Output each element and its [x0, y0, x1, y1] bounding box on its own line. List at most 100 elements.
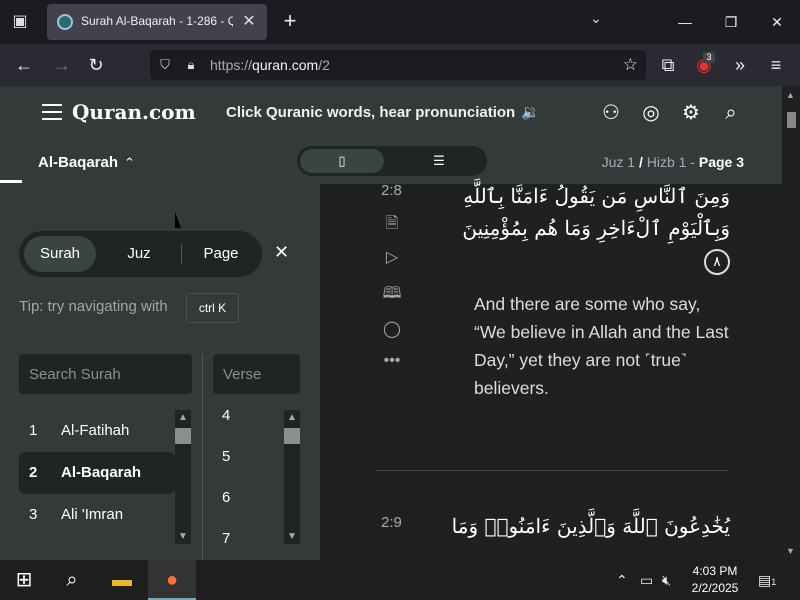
scrollbar-thumb[interactable]: [175, 428, 191, 444]
surah-list-item[interactable]: 3 Ali 'Imran: [19, 494, 175, 536]
arabic-verse-line[interactable]: يُخَٰدِعُونَ ٱللَّهَ وَٱلَّذِينَ ءَامَنُ…: [450, 510, 730, 542]
clock-date: 2/2/2025: [691, 581, 739, 595]
overflow-chevron-icon[interactable]: »: [728, 53, 752, 77]
chevron-down-icon[interactable]: ⌄: [590, 10, 602, 27]
clock-time: 4:03 PM: [692, 564, 738, 578]
scrollbar-thumb[interactable]: [284, 428, 300, 444]
chevron-up-icon: ⌃: [124, 155, 135, 170]
tafsir-icon[interactable]: 🗎︎: [380, 212, 404, 236]
announcement-banner[interactable]: Click Quranic words, hear pronunciation 🔉: [226, 103, 540, 121]
network-icon[interactable]: ▭: [640, 572, 653, 589]
tip-text: Tip: try navigating with: [19, 298, 168, 315]
minimize-button[interactable]: —: [670, 10, 700, 34]
arabic-verse-line[interactable]: وَمِنَ ٱلنَّاسِ مَن يَقُولُ ءَامَنَّا بِ…: [450, 180, 730, 212]
extension-badge: 3: [703, 52, 715, 63]
browser-tab[interactable]: Surah Al-Baqarah - 1-286 - Quran.com ✕: [47, 4, 267, 40]
scroll-up-icon[interactable]: ▲: [178, 412, 188, 423]
arabic-verse-line[interactable]: وَبِٱلْيَوْمِ ٱلْءَاخِرِ وَمَا هُم بِمُؤ…: [450, 212, 730, 276]
close-sidebar-icon[interactable]: ✕: [274, 242, 289, 263]
back-button[interactable]: ←: [12, 53, 36, 77]
mouse-cursor: [175, 212, 181, 228]
verse-key[interactable]: 2:9: [381, 514, 402, 531]
surah-selector[interactable]: Al-Baqarah ⌃: [38, 154, 135, 171]
surah-name: Ali 'Imran: [61, 506, 124, 523]
navigation-sidebar: Surah Juz Page ✕ Tip: try navigating wit…: [0, 184, 320, 560]
tab-list-icon[interactable]: ▣: [8, 10, 32, 34]
verse-translation: And there are some who say, “We believe …: [474, 294, 729, 398]
settings-gear-icon[interactable]: ⚙: [678, 100, 704, 126]
navigation-tabs: Surah Juz Page: [19, 231, 262, 277]
extensions-icon[interactable]: ⧉: [656, 53, 680, 77]
notification-count: 1: [771, 577, 777, 587]
url-text[interactable]: https://quran.com/2: [210, 57, 330, 73]
surah-list-item[interactable]: 2 Al-Baqarah: [19, 452, 175, 494]
more-options-icon[interactable]: •••: [380, 349, 404, 373]
search-icon[interactable]: ⌕: [48, 560, 96, 600]
comment-icon[interactable]: ◯: [380, 318, 404, 342]
reading-mode-icon[interactable]: ☰: [397, 149, 481, 173]
site-header: Quran.com Click Quranic words, hear pron…: [0, 86, 782, 140]
firefox-icon[interactable]: ●: [148, 560, 196, 600]
translation-mode-icon[interactable]: ▯: [300, 149, 384, 173]
verse-list-item[interactable]: 6: [222, 488, 282, 529]
shield-icon[interactable]: ⛉: [156, 56, 174, 74]
page-scrollbar[interactable]: ▲ ▼: [782, 86, 800, 560]
windows-start-icon[interactable]: ⊞: [0, 560, 48, 600]
menu-icon[interactable]: ≡: [764, 53, 788, 77]
scroll-up-icon[interactable]: ▲: [786, 90, 795, 100]
tab-surah[interactable]: Surah: [24, 236, 96, 272]
context-bar: Al-Baqarah ⌃ ▯ ☰ Juz 1 / Hizb 1 - Page 3: [0, 140, 782, 184]
surah-number: 3: [29, 506, 38, 523]
lock-icon[interactable]: 🔒︎: [182, 56, 200, 74]
column-divider: [202, 354, 203, 560]
tray-overflow-chevron-icon[interactable]: ⌃: [616, 572, 628, 589]
surah-list-item[interactable]: 1 Al-Fatihah: [19, 410, 175, 452]
progress-indicator: [0, 180, 22, 183]
scroll-down-icon[interactable]: ▼: [178, 531, 188, 542]
verse-end-marker: ٨: [704, 248, 730, 275]
quran-favicon-icon: [57, 14, 73, 30]
restore-button[interactable]: ❐: [716, 10, 746, 34]
search-icon[interactable]: ⌕: [718, 100, 744, 126]
verse-divider: [376, 470, 728, 471]
verse-list-item[interactable]: 7: [222, 529, 282, 560]
tab-page[interactable]: Page: [185, 236, 257, 272]
volume-muted-icon[interactable]: 🔇︎: [662, 572, 671, 589]
system-clock[interactable]: 4:03 PM 2/2/2025: [686, 563, 744, 597]
close-window-button[interactable]: ✕: [762, 10, 792, 34]
reading-area: 2:8 🗎︎ ▷ 🕮︎ ◯ ••• وَمِنَ ٱلنَّاسِ مَن يَ…: [320, 182, 782, 560]
surah-list-scrollbar[interactable]: ▲ ▼: [175, 410, 191, 544]
verse-list-item[interactable]: 4: [222, 406, 282, 447]
scroll-down-icon[interactable]: ▼: [287, 531, 297, 542]
verse-key[interactable]: 2:8: [381, 182, 402, 199]
forward-button[interactable]: →: [50, 53, 74, 77]
scroll-up-icon[interactable]: ▲: [287, 412, 297, 423]
file-explorer-icon[interactable]: ▬: [98, 560, 146, 600]
bookmark-star-icon[interactable]: ☆: [623, 55, 638, 75]
keyboard-shortcut: ctrl K: [186, 293, 239, 323]
scroll-down-icon[interactable]: ▼: [786, 546, 795, 556]
scrollbar-thumb[interactable]: [787, 112, 796, 128]
tab-title: Surah Al-Baqarah - 1-286 - Quran.com: [81, 14, 233, 28]
windows-taskbar: ⊞ ⌕ ▬ ● ⌃ ▭ 🔇︎ 4:03 PM 2/2/2025 ▤1: [0, 560, 800, 600]
play-icon[interactable]: ▷: [380, 246, 404, 270]
search-surah-input[interactable]: [19, 354, 192, 394]
book-icon[interactable]: 🕮︎: [380, 282, 404, 306]
verse-list-scrollbar[interactable]: ▲ ▼: [284, 410, 300, 544]
tab-juz[interactable]: Juz: [103, 236, 175, 272]
user-icon[interactable]: ⚇: [598, 100, 624, 126]
url-bar[interactable]: ⛉ 🔒︎ https://quran.com/2 ☆: [150, 50, 646, 80]
new-tab-button[interactable]: +: [278, 10, 302, 34]
reload-button[interactable]: ↻: [84, 53, 108, 77]
surah-name: Al-Baqarah: [61, 464, 142, 481]
browser-tab-bar: ▣ Surah Al-Baqarah - 1-286 - Quran.com ✕…: [0, 0, 800, 44]
site-logo[interactable]: Quran.com: [72, 100, 196, 124]
verse-input[interactable]: [213, 354, 300, 394]
hamburger-menu-icon[interactable]: [42, 104, 62, 120]
verse-list: 4 5 6 7: [222, 406, 282, 560]
close-tab-icon[interactable]: ✕: [239, 12, 259, 32]
verse-list-item[interactable]: 5: [222, 447, 282, 488]
language-globe-icon[interactable]: ◎: [638, 100, 664, 126]
surah-number: 2: [29, 464, 38, 481]
notifications-icon[interactable]: ▤1: [758, 572, 776, 589]
